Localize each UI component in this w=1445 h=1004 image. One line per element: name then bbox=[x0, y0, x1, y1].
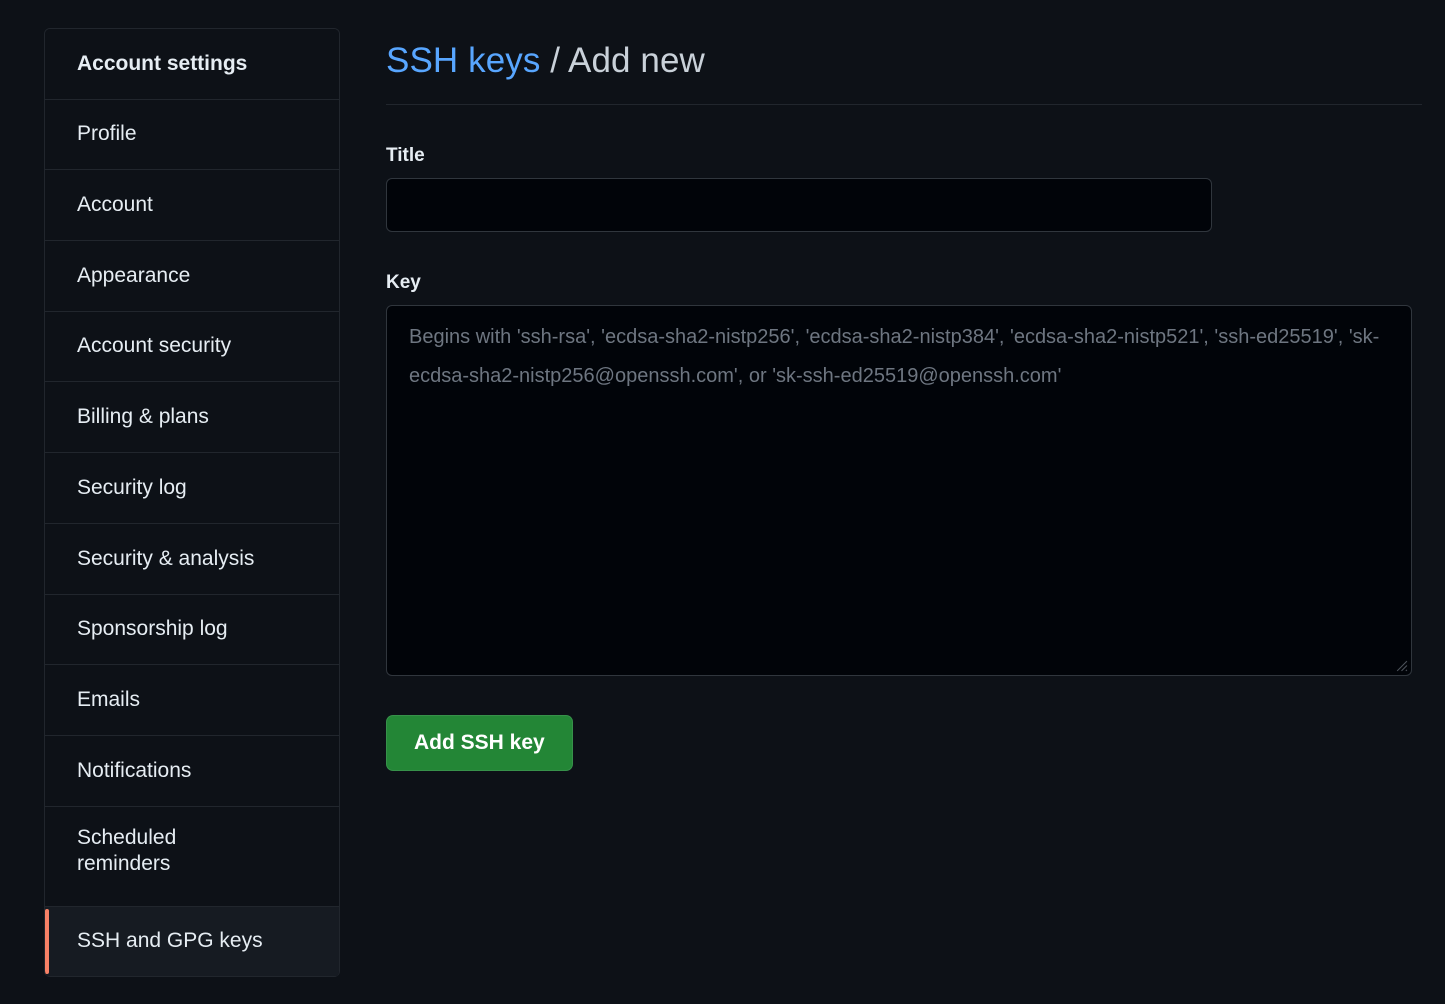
sidebar-item-security-analysis[interactable]: Security & analysis bbox=[45, 524, 339, 595]
sidebar-item-label: Billing & plans bbox=[77, 404, 209, 430]
breadcrumb-current: Add new bbox=[568, 41, 705, 80]
key-textarea-wrapper bbox=[386, 305, 1412, 676]
sidebar-item-label: Profile bbox=[77, 121, 137, 147]
sidebar-item-label: Account bbox=[77, 192, 153, 218]
sidebar-item-sponsorship-log[interactable]: Sponsorship log bbox=[45, 595, 339, 666]
sidebar-item-account[interactable]: Account bbox=[45, 170, 339, 241]
title-field-label: Title bbox=[386, 145, 1422, 167]
page-title: SSH keys / Add new bbox=[386, 40, 1422, 104]
add-ssh-key-button[interactable]: Add SSH key bbox=[386, 715, 573, 771]
sidebar-item-label: Security log bbox=[77, 475, 187, 501]
sidebar-item-label: Emails bbox=[77, 687, 140, 713]
breadcrumb-link-ssh-keys[interactable]: SSH keys bbox=[386, 41, 540, 80]
sidebar-item-label: Scheduled reminders bbox=[77, 825, 227, 878]
settings-sidebar: Account settings Profile Account Appearance… bbox=[44, 28, 340, 977]
sidebar-item-label: Account security bbox=[77, 333, 231, 359]
main-content: SSH keys / Add new Title Key Add SSH key bbox=[386, 40, 1422, 771]
breadcrumb-separator: / bbox=[540, 41, 568, 80]
sidebar-item-label: SSH and GPG keys bbox=[77, 928, 263, 954]
sidebar-item-appearance[interactable]: Appearance bbox=[45, 241, 339, 312]
key-textarea[interactable] bbox=[386, 305, 1412, 676]
sidebar-item-account-security[interactable]: Account security bbox=[45, 312, 339, 383]
sidebar-item-label: Notifications bbox=[77, 758, 191, 784]
key-field-label: Key bbox=[386, 272, 1422, 294]
sidebar-item-security-log[interactable]: Security log bbox=[45, 453, 339, 524]
sidebar-item-ssh-and-gpg-keys[interactable]: SSH and GPG keys bbox=[45, 907, 339, 978]
sidebar-item-scheduled-reminders[interactable]: Scheduled reminders bbox=[45, 807, 339, 907]
sidebar-item-emails[interactable]: Emails bbox=[45, 665, 339, 736]
sidebar-item-billing-plans[interactable]: Billing & plans bbox=[45, 382, 339, 453]
sidebar-item-label: Security & analysis bbox=[77, 546, 254, 572]
sidebar-item-label: Sponsorship log bbox=[77, 616, 228, 642]
header-divider bbox=[386, 104, 1422, 105]
sidebar-item-profile[interactable]: Profile bbox=[45, 100, 339, 171]
sidebar-item-account-settings: Account settings bbox=[45, 29, 339, 100]
settings-page: Account settings Profile Account Appearance… bbox=[0, 0, 1445, 1004]
sidebar-item-label: Account settings bbox=[77, 51, 247, 77]
sidebar-item-label: Appearance bbox=[77, 263, 190, 289]
sidebar-item-notifications[interactable]: Notifications bbox=[45, 736, 339, 807]
title-input[interactable] bbox=[386, 178, 1212, 232]
